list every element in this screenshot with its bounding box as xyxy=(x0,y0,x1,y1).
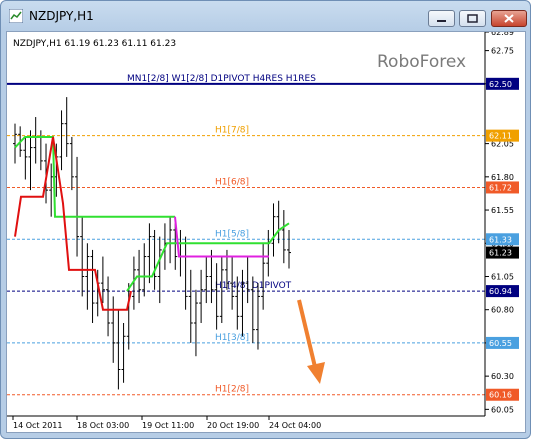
close-button[interactable] xyxy=(491,10,527,27)
time-tick-label: 24 Oct 04:00 xyxy=(269,421,321,430)
arrow-head xyxy=(307,362,325,384)
arrow-shaft xyxy=(297,299,317,368)
level-label: H1[2/8] xyxy=(215,385,249,395)
price-tick-label: 60.80 xyxy=(491,306,514,315)
time-tick-label: 14 Oct 2011 xyxy=(13,421,62,430)
price-tick-label: 62.89 xyxy=(491,32,514,37)
minimize-icon xyxy=(437,20,446,22)
time-tick-label: 18 Oct 03:00 xyxy=(77,421,129,430)
level-label: H1[6/8] xyxy=(215,177,249,187)
price-badge-label: 61.72 xyxy=(489,183,512,192)
level-label: H1[7/8] xyxy=(215,126,249,136)
maximize-button[interactable] xyxy=(459,10,486,27)
level-label: H1[5/8] xyxy=(215,229,249,239)
price-badge-label: 61.33 xyxy=(489,235,512,244)
current-price-label: 61.23 xyxy=(489,249,512,258)
window-title: NZDJPY,H1 xyxy=(29,9,94,23)
chart-area[interactable]: H1[+1/8]MN1[2/8] W1[2/8] D1PIVOT H4RES H… xyxy=(6,22,526,433)
level-label: H1[3/8] xyxy=(215,333,249,343)
price-tick-label: 61.55 xyxy=(491,206,514,215)
price-tick-label: 60.30 xyxy=(491,372,514,381)
price-tick-label: 62.75 xyxy=(491,47,514,56)
trend-line-green xyxy=(14,135,175,218)
time-tick-label: 19 Oct 11:00 xyxy=(142,421,194,430)
maximize-icon xyxy=(467,14,478,23)
price-badge-label: 60.94 xyxy=(489,287,512,296)
chart-window: NZDJPY,H1 H1[+1/8]MN1[2/8] W1[2/8] D1PIV… xyxy=(0,0,531,439)
forecast-arrow xyxy=(297,299,325,384)
trend-line-red xyxy=(14,136,132,311)
level-label: MN1[2/8] W1[2/8] D1PIVOT H4RES H1RES xyxy=(127,74,316,84)
title-bar[interactable]: NZDJPY,H1 xyxy=(1,1,530,31)
close-icon xyxy=(504,14,514,23)
time-tick-label: 20 Oct 19:00 xyxy=(207,421,259,430)
price-tick-label: 60.05 xyxy=(491,405,514,414)
chart-app-icon xyxy=(9,9,23,23)
minimize-button[interactable] xyxy=(428,10,455,27)
price-badge-label: 62.11 xyxy=(489,132,512,141)
price-badge-label: 60.16 xyxy=(489,391,512,400)
price-badge-label: 60.55 xyxy=(489,339,512,348)
price-badge-label: 62.50 xyxy=(489,80,512,89)
price-tick-label: 61.80 xyxy=(491,173,514,182)
watermark-logo: RoboForex xyxy=(377,52,466,72)
ohlc-label: NZDJPY,H1 61.19 61.23 61.11 61.23 xyxy=(13,39,176,49)
price-tick-label: 61.05 xyxy=(491,272,514,281)
price-chart[interactable]: H1[+1/8]MN1[2/8] W1[2/8] D1PIVOT H4RES H… xyxy=(7,22,525,432)
